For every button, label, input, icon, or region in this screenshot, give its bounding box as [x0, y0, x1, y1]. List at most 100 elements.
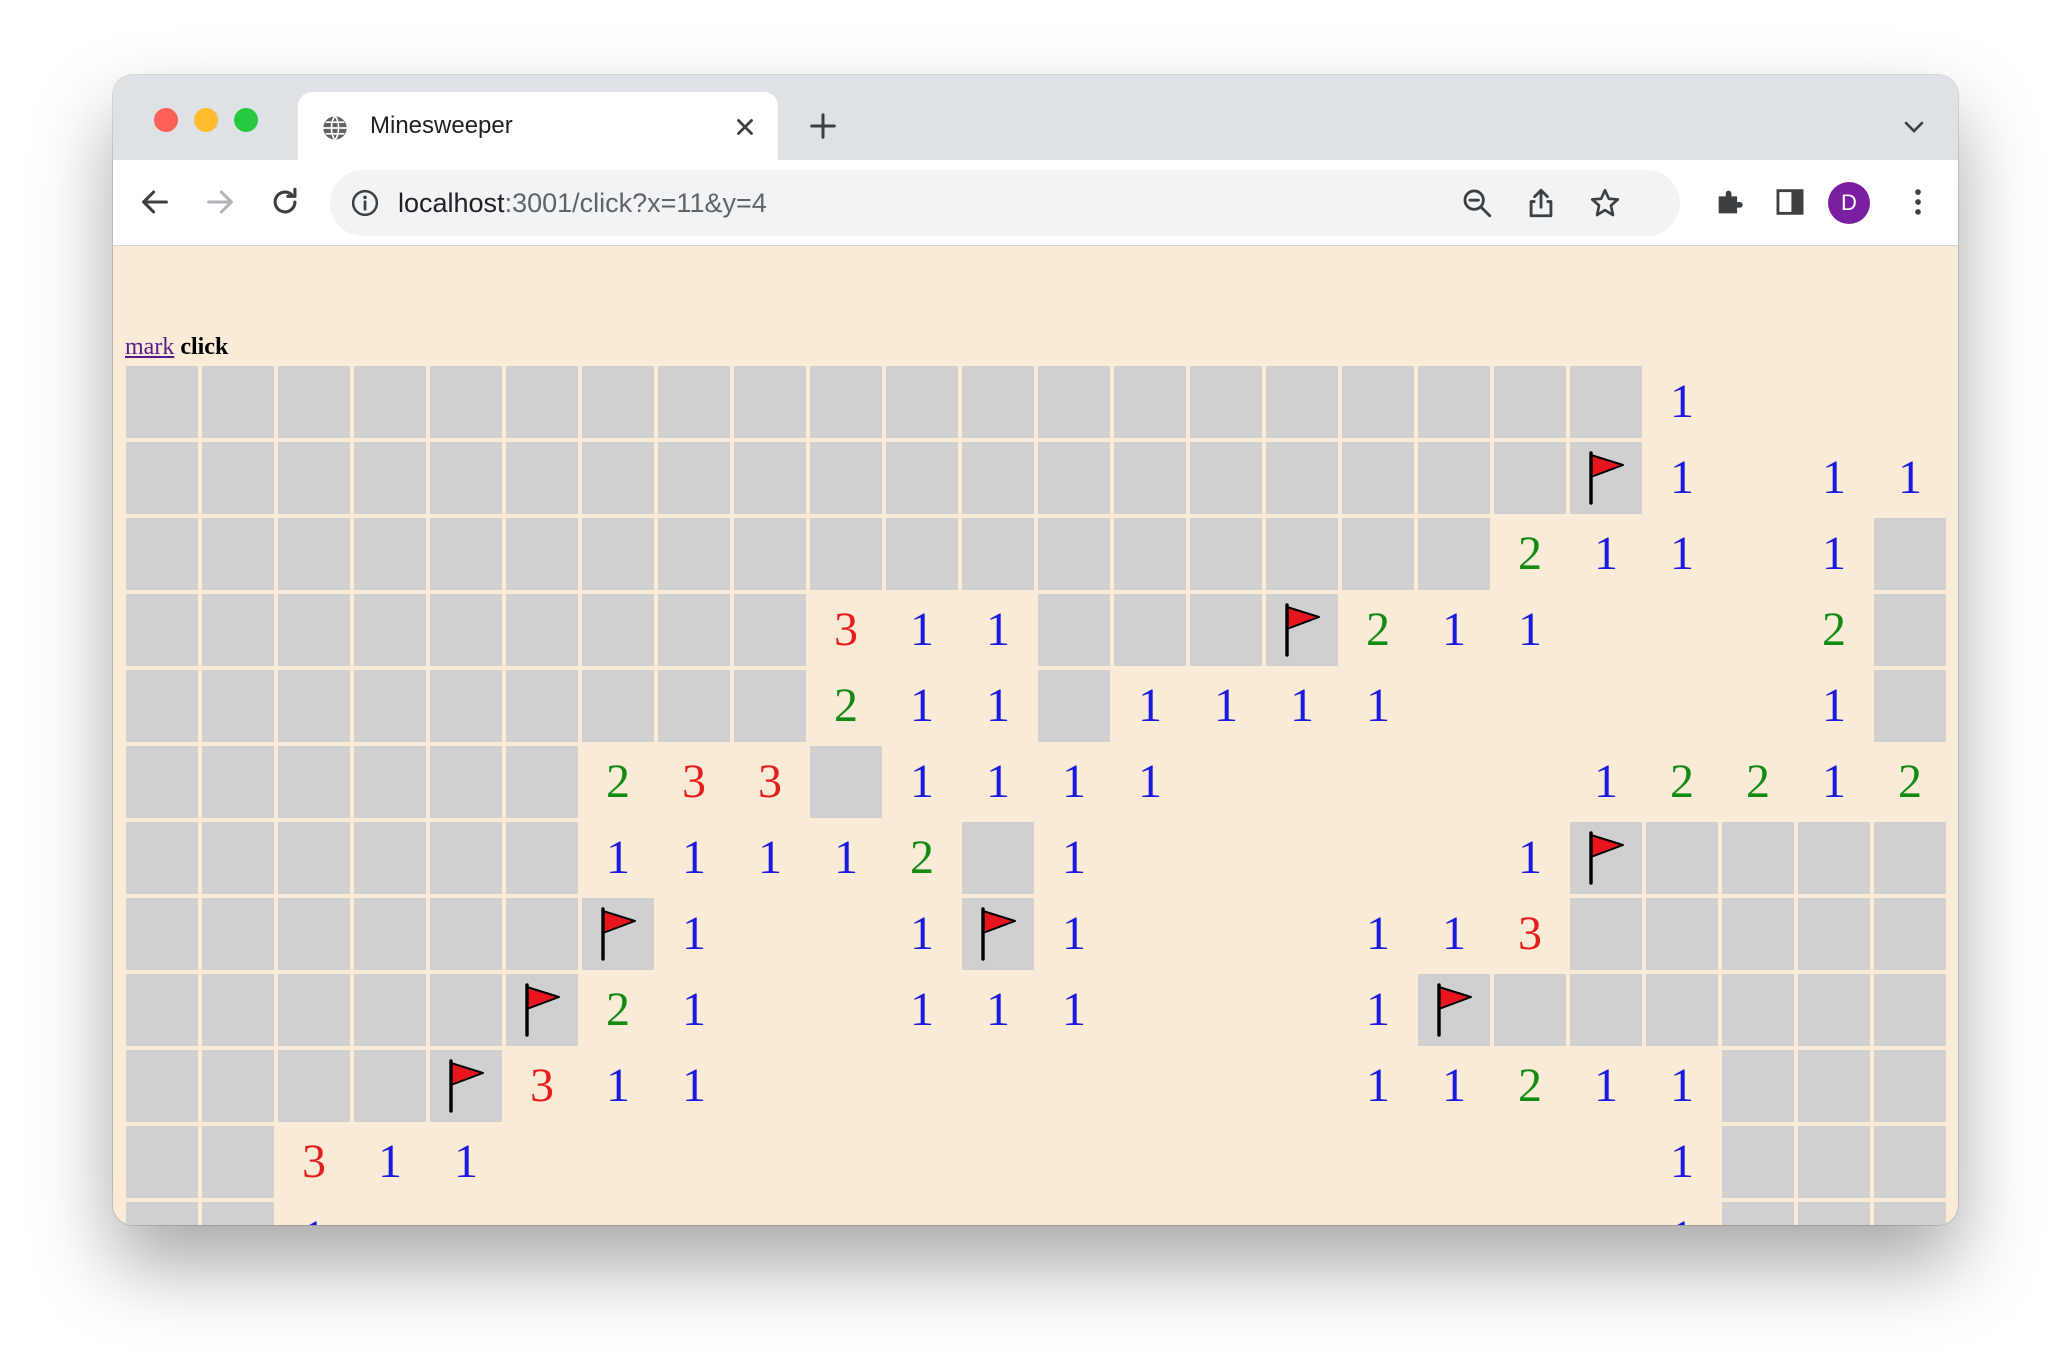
hidden-cell[interactable]	[278, 366, 350, 438]
hidden-cell[interactable]	[1798, 974, 1870, 1046]
hidden-cell[interactable]	[506, 366, 578, 438]
hidden-cell[interactable]	[126, 1202, 198, 1225]
share-icon[interactable]	[1524, 186, 1558, 220]
side-panel-icon[interactable]	[1773, 185, 1807, 219]
hidden-cell[interactable]	[1722, 1126, 1794, 1198]
hidden-cell[interactable]	[126, 366, 198, 438]
hidden-cell[interactable]	[202, 442, 274, 514]
hidden-cell[interactable]	[1722, 974, 1794, 1046]
hidden-cell[interactable]	[1722, 1050, 1794, 1122]
hidden-cell[interactable]	[126, 822, 198, 894]
hidden-cell[interactable]	[962, 822, 1034, 894]
back-arrow-icon[interactable]	[138, 185, 172, 219]
hidden-cell[interactable]	[430, 746, 502, 818]
hidden-cell[interactable]	[430, 442, 502, 514]
chevron-down-icon[interactable]	[1902, 117, 1926, 137]
hidden-cell[interactable]	[734, 594, 806, 666]
flagged-cell[interactable]	[1570, 442, 1642, 514]
address-bar[interactable]: localhost:3001/click?x=11&y=4	[330, 170, 1680, 236]
hidden-cell[interactable]	[202, 1050, 274, 1122]
hidden-cell[interactable]	[1646, 822, 1718, 894]
hidden-cell[interactable]	[202, 518, 274, 590]
hidden-cell[interactable]	[962, 366, 1034, 438]
hidden-cell[interactable]	[1722, 898, 1794, 970]
hidden-cell[interactable]	[734, 442, 806, 514]
hidden-cell[interactable]	[1722, 1202, 1794, 1225]
hidden-cell[interactable]	[278, 670, 350, 742]
hidden-cell[interactable]	[126, 1050, 198, 1122]
hidden-cell[interactable]	[1342, 366, 1414, 438]
hidden-cell[interactable]	[506, 518, 578, 590]
kebab-menu-icon[interactable]	[1901, 185, 1935, 219]
hidden-cell[interactable]	[1190, 518, 1262, 590]
hidden-cell[interactable]	[430, 898, 502, 970]
hidden-cell[interactable]	[506, 442, 578, 514]
new-tab-icon[interactable]	[808, 111, 838, 141]
hidden-cell[interactable]	[734, 518, 806, 590]
hidden-cell[interactable]	[126, 1126, 198, 1198]
hidden-cell[interactable]	[582, 366, 654, 438]
hidden-cell[interactable]	[1570, 974, 1642, 1046]
hidden-cell[interactable]	[506, 746, 578, 818]
hidden-cell[interactable]	[126, 594, 198, 666]
hidden-cell[interactable]	[506, 822, 578, 894]
forward-arrow-icon[interactable]	[203, 185, 237, 219]
tab-minesweeper[interactable]: Minesweeper	[298, 92, 778, 160]
hidden-cell[interactable]	[506, 594, 578, 666]
extensions-puzzle-icon[interactable]	[1713, 185, 1747, 219]
hidden-cell[interactable]	[1038, 518, 1110, 590]
hidden-cell[interactable]	[1798, 1050, 1870, 1122]
hidden-cell[interactable]	[1266, 366, 1338, 438]
hidden-cell[interactable]	[430, 822, 502, 894]
hidden-cell[interactable]	[278, 594, 350, 666]
hidden-cell[interactable]	[354, 442, 426, 514]
hidden-cell[interactable]	[886, 366, 958, 438]
hidden-cell[interactable]	[1570, 898, 1642, 970]
hidden-cell[interactable]	[1190, 442, 1262, 514]
hidden-cell[interactable]	[582, 518, 654, 590]
hidden-cell[interactable]	[354, 746, 426, 818]
hidden-cell[interactable]	[1114, 366, 1186, 438]
hidden-cell[interactable]	[658, 594, 730, 666]
hidden-cell[interactable]	[1874, 670, 1946, 742]
hidden-cell[interactable]	[886, 518, 958, 590]
hidden-cell[interactable]	[1114, 518, 1186, 590]
hidden-cell[interactable]	[1874, 822, 1946, 894]
hidden-cell[interactable]	[1874, 594, 1946, 666]
hidden-cell[interactable]	[278, 746, 350, 818]
hidden-cell[interactable]	[278, 518, 350, 590]
minimize-window-button[interactable]	[194, 108, 218, 132]
hidden-cell[interactable]	[278, 974, 350, 1046]
hidden-cell[interactable]	[1038, 594, 1110, 666]
hidden-cell[interactable]	[354, 974, 426, 1046]
hidden-cell[interactable]	[430, 366, 502, 438]
hidden-cell[interactable]	[354, 366, 426, 438]
hidden-cell[interactable]	[1342, 442, 1414, 514]
hidden-cell[interactable]	[1190, 594, 1262, 666]
hidden-cell[interactable]	[1418, 366, 1490, 438]
hidden-cell[interactable]	[1646, 898, 1718, 970]
hidden-cell[interactable]	[430, 518, 502, 590]
hidden-cell[interactable]	[202, 974, 274, 1046]
hidden-cell[interactable]	[962, 518, 1034, 590]
reload-icon[interactable]	[268, 185, 302, 219]
hidden-cell[interactable]	[582, 442, 654, 514]
hidden-cell[interactable]	[202, 1202, 274, 1225]
hidden-cell[interactable]	[1038, 442, 1110, 514]
hidden-cell[interactable]	[506, 670, 578, 742]
zoom-out-icon[interactable]	[1460, 186, 1494, 220]
hidden-cell[interactable]	[126, 670, 198, 742]
flagged-cell[interactable]	[1570, 822, 1642, 894]
hidden-cell[interactable]	[202, 822, 274, 894]
hidden-cell[interactable]	[810, 746, 882, 818]
mark-mode-link[interactable]: mark	[125, 334, 174, 360]
hidden-cell[interactable]	[886, 442, 958, 514]
hidden-cell[interactable]	[1798, 1202, 1870, 1225]
hidden-cell[interactable]	[658, 442, 730, 514]
hidden-cell[interactable]	[1798, 822, 1870, 894]
hidden-cell[interactable]	[1874, 1202, 1946, 1225]
hidden-cell[interactable]	[658, 366, 730, 438]
hidden-cell[interactable]	[278, 898, 350, 970]
flagged-cell[interactable]	[430, 1050, 502, 1122]
hidden-cell[interactable]	[354, 898, 426, 970]
